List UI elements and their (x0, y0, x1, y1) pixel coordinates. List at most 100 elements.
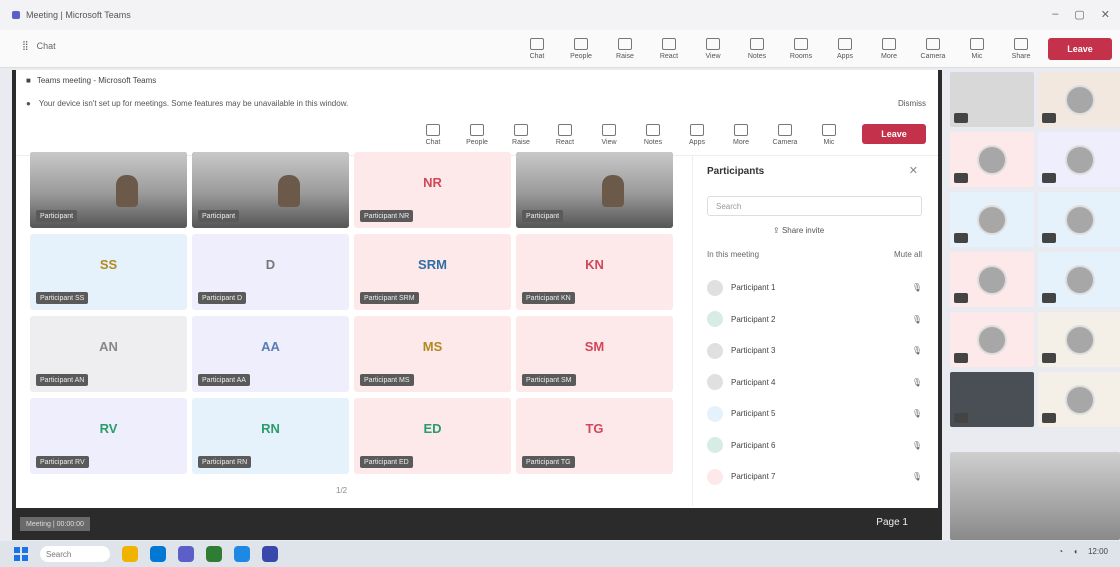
app-icon[interactable] (262, 546, 278, 562)
toolbar-button[interactable]: Camera (768, 120, 802, 150)
toolbar-button[interactable]: View (592, 120, 626, 150)
participant-tile[interactable]: ED Participant ED (354, 398, 511, 474)
leave-button[interactable]: Leave (1048, 38, 1112, 60)
gallery-tile[interactable] (1038, 372, 1120, 427)
participant-row[interactable]: Participant 7 🎙 (707, 461, 922, 493)
participant-tile[interactable]: Participant (192, 152, 349, 228)
maximize-icon[interactable]: ▢ (1074, 8, 1084, 21)
participant-tile[interactable]: KN Participant KN (516, 234, 673, 310)
mic-icon[interactable]: 🎙 (912, 378, 922, 387)
toolbar-button[interactable]: Apps (680, 120, 714, 150)
toolbar-button[interactable]: Share (1004, 34, 1038, 64)
participant-initials: TG (585, 420, 604, 436)
mic-icon[interactable]: 🎙 (912, 346, 922, 355)
inner-leave-button[interactable]: Leave (862, 124, 926, 144)
tool-label: Rooms (789, 53, 813, 60)
person-silhouette (278, 174, 301, 207)
mic-icon[interactable]: 🎙 (912, 409, 922, 418)
edge-icon[interactable] (150, 546, 166, 562)
clock[interactable]: 12:00 (1088, 547, 1108, 556)
avatar (707, 468, 723, 485)
participant-tile[interactable]: Participant (30, 152, 187, 228)
wifi-icon[interactable]: ◔ (1058, 547, 1063, 556)
mic-icon[interactable]: 🎙 (912, 441, 922, 450)
minimize-icon[interactable]: – (1052, 8, 1058, 21)
toolbar-button[interactable]: Rooms (784, 34, 818, 64)
participant-row[interactable]: Participant 5 🎙 (707, 398, 922, 430)
gallery-tile[interactable] (950, 312, 1034, 367)
participant-tile[interactable]: TG Participant TG (516, 398, 673, 474)
teams-taskbar-icon[interactable] (178, 546, 194, 562)
mic-icon[interactable]: 🎙 (912, 315, 922, 324)
participant-row[interactable]: Participant 4 🎙 (707, 367, 922, 399)
toolbar-button[interactable]: Mic (960, 34, 994, 64)
toolbar-button[interactable]: Mic (812, 120, 846, 150)
banner-dismiss[interactable]: Dismiss (898, 99, 926, 108)
tool-icon (618, 38, 632, 50)
participant-tile[interactable]: AN Participant AN (30, 316, 187, 392)
app-icon[interactable] (206, 546, 222, 562)
participant-tile[interactable]: SM Participant SM (516, 316, 673, 392)
participant-tile[interactable]: NR Participant NR (354, 152, 511, 228)
participant-row[interactable]: Participant 6 🎙 (707, 430, 922, 462)
participant-tile[interactable]: AA Participant AA (192, 316, 349, 392)
toolbar-button[interactable]: People (460, 120, 494, 150)
toolbar-button[interactable]: React (652, 34, 686, 64)
gallery-tile[interactable] (1038, 252, 1120, 307)
toolbar-button[interactable]: React (548, 120, 582, 150)
gallery-tile[interactable] (950, 132, 1034, 187)
taskbar-search[interactable]: Search (40, 546, 110, 562)
participant-tile[interactable]: SRM Participant SRM (354, 234, 511, 310)
gallery-tile[interactable] (1038, 132, 1120, 187)
toolbar-button[interactable]: Raise (608, 34, 642, 64)
close-icon[interactable]: ✕ (909, 164, 918, 177)
self-video-tile[interactable] (950, 452, 1120, 540)
gallery-tile[interactable] (1038, 312, 1120, 367)
mic-icon[interactable]: 🎙 (912, 472, 922, 481)
participant-initials: MS (422, 338, 443, 354)
person-silhouette (602, 174, 625, 207)
toolbar-button[interactable]: Notes (740, 34, 774, 64)
participant-name-label: Participant ED (360, 456, 413, 468)
participant-tile[interactable]: SS Participant SS (30, 234, 187, 310)
gallery-tile[interactable] (950, 72, 1034, 127)
toolbar-button[interactable]: Notes (636, 120, 670, 150)
participant-row[interactable]: Participant 2 🎙 (707, 304, 922, 336)
windows-start-icon[interactable] (14, 547, 28, 561)
toolbar-button[interactable]: More (872, 34, 906, 64)
mute-all-button[interactable]: Mute all (894, 250, 922, 259)
toolbar-button[interactable]: More (724, 120, 758, 150)
toolbar-button[interactable]: Raise (504, 120, 538, 150)
avatar (707, 405, 723, 422)
mic-icon[interactable]: 🎙 (912, 283, 922, 292)
participant-search-input[interactable]: Search (707, 196, 922, 216)
participant-tile[interactable]: D Participant D (192, 234, 349, 310)
participant-row[interactable]: Participant 1 🎙 (707, 272, 922, 304)
participant-name-label: Participant MS (360, 374, 414, 386)
toolbar-button[interactable]: Camera (916, 34, 950, 64)
participant-tile[interactable]: RN Participant RN (192, 398, 349, 474)
gallery-tile[interactable] (1038, 192, 1120, 247)
volume-icon[interactable]: ◖ (1073, 547, 1078, 556)
gallery-tile[interactable] (950, 192, 1034, 247)
gallery-tile[interactable] (950, 252, 1034, 307)
close-icon[interactable]: ✕ (1101, 8, 1110, 21)
gallery-tile[interactable] (950, 372, 1034, 427)
share-invite-button[interactable]: ⇪ Share invite (773, 226, 824, 235)
participant-name-label: Participant TG (522, 456, 575, 468)
tool-icon (470, 124, 484, 136)
file-explorer-icon[interactable] (122, 546, 138, 562)
page-indicator[interactable]: 1/2 (336, 486, 347, 495)
toolbar-button[interactable]: Apps (828, 34, 862, 64)
toolbar-button[interactable]: Chat (520, 34, 554, 64)
toolbar-button[interactable]: View (696, 34, 730, 64)
participant-row[interactable]: Participant 3 🎙 (707, 335, 922, 367)
toolbar-button[interactable]: Chat (416, 120, 450, 150)
toolbar-button[interactable]: People (564, 34, 598, 64)
participant-tile[interactable]: Participant (516, 152, 673, 228)
participant-tile[interactable]: RV Participant RV (30, 398, 187, 474)
gallery-tile[interactable] (1038, 72, 1120, 127)
participant-tile[interactable]: MS Participant MS (354, 316, 511, 392)
participant-initials: NR (423, 174, 442, 190)
app-icon[interactable] (234, 546, 250, 562)
